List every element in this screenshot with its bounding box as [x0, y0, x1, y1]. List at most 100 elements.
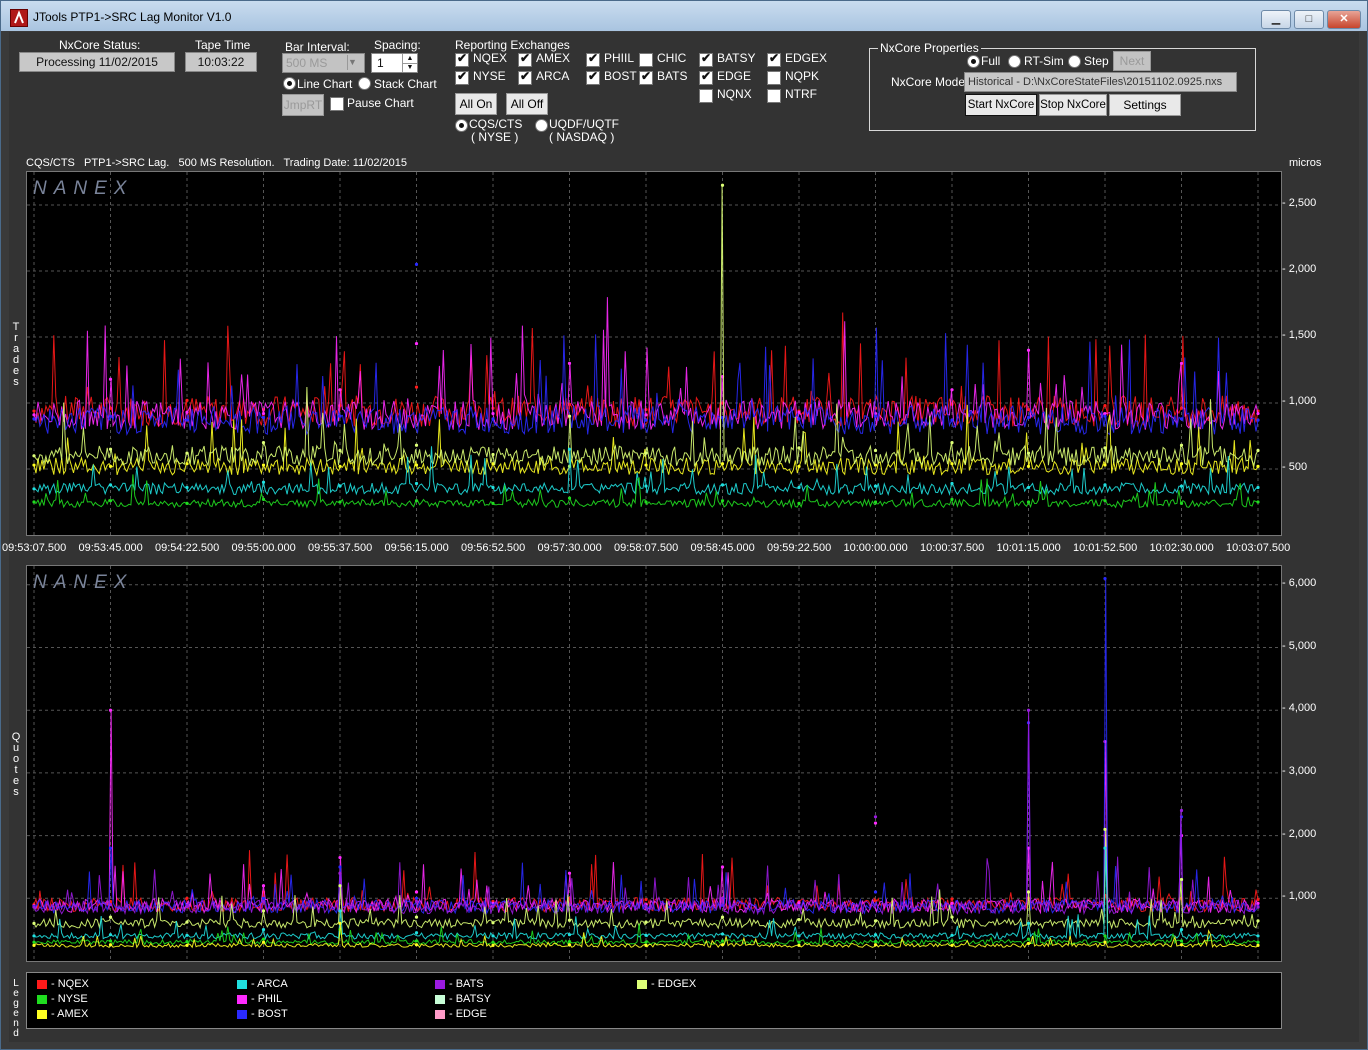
exchange-checkbox-chic[interactable] [639, 53, 653, 67]
data-point-nyse [185, 939, 189, 944]
data-point-arca [185, 485, 189, 490]
data-point-bost [338, 865, 342, 869]
data-point-nyse [950, 497, 954, 501]
data-point-phil [567, 361, 572, 365]
x-tick-label: 09:57:30.000 [537, 542, 602, 554]
data-point-bost [338, 414, 342, 418]
exchange-checkbox-phiil[interactable]: ✔ [586, 51, 600, 67]
data-point-bost [1256, 418, 1260, 422]
legend-label: - ARCA [251, 978, 288, 990]
reporting-exchanges-title: Reporting Exchanges [455, 38, 570, 52]
exchange-checkbox-nqpk[interactable] [767, 71, 781, 85]
x-tick-label: 09:55:00.000 [231, 542, 296, 554]
legend-swatch [37, 1009, 47, 1019]
data-point-bost [873, 890, 878, 894]
exchange-checkbox-ntrf[interactable] [767, 89, 781, 103]
nxcore-mode-label: NxCore Mode: [891, 75, 969, 89]
bar-interval-select[interactable]: 500 MS ▼ [282, 53, 365, 73]
data-point-edgex [644, 451, 648, 455]
data-point-amex [797, 943, 801, 947]
exchange-checkbox-bost[interactable]: ✔ [586, 69, 600, 85]
y-tick-label: - 1,500 [1282, 329, 1317, 341]
data-point-bost [491, 417, 495, 421]
legend-label: - PHIL [251, 993, 283, 1005]
start-nxcore-button[interactable]: Start NxCore [965, 94, 1037, 116]
legend-label: - AMEX [51, 1008, 89, 1020]
jmprt-button[interactable]: JmpRT [282, 94, 324, 116]
maximize-button[interactable]: □ [1294, 10, 1324, 29]
data-point-nyse [261, 937, 266, 941]
next-button[interactable]: Next [1113, 51, 1151, 71]
exchange-checkbox-arca[interactable]: ✔ [518, 69, 532, 85]
all-off-button[interactable]: All Off [506, 93, 548, 115]
data-point-arca [491, 485, 495, 490]
data-point-nqex [32, 409, 36, 413]
rt-sim-radio[interactable] [1008, 55, 1021, 68]
exchange-checkbox-bats[interactable]: ✔ [639, 69, 653, 85]
exchange-label-edge: EDGE [717, 69, 752, 83]
exchange-checkbox-edgex[interactable]: ✔ [767, 51, 781, 67]
exchange-checkbox-nqnx[interactable] [699, 89, 713, 103]
cqs-nyse-label: ( NYSE ) [471, 130, 519, 144]
data-point-edgex [1103, 827, 1107, 831]
x-tick-label: 09:55:37.500 [308, 542, 373, 554]
data-point-phil [1256, 411, 1260, 416]
data-point-phil [108, 377, 113, 381]
step-radio[interactable] [1068, 55, 1081, 68]
cqs-cts-radio[interactable] [455, 119, 468, 132]
quotes-plot-svg [27, 566, 1281, 961]
data-point-arca [32, 934, 36, 938]
exchange-checkbox-amex[interactable]: ✔ [518, 51, 532, 67]
data-point-phil [797, 410, 801, 414]
stepper-down-icon[interactable]: ▼ [402, 63, 417, 72]
uqdf-uqtf-radio[interactable] [535, 119, 548, 132]
trades-chart[interactable]: NANEX [26, 171, 1282, 536]
data-point-amex [185, 943, 189, 947]
data-point-nyse [338, 500, 342, 504]
legend-item-arca: - ARCA [237, 978, 288, 990]
exchange-checkbox-nyse[interactable]: ✔ [455, 69, 469, 85]
data-point-arca [1256, 934, 1260, 938]
exchange-label-chic: CHIC [657, 51, 687, 65]
quotes-chart[interactable]: NANEX [26, 565, 1282, 962]
exchange-checkbox-nqex[interactable]: ✔ [455, 51, 469, 67]
data-point-nqex [185, 896, 189, 900]
all-on-button[interactable]: All On [455, 93, 497, 115]
stack-chart-radio[interactable] [358, 77, 371, 90]
close-button[interactable]: ✕ [1327, 10, 1361, 29]
data-point-amex [950, 943, 954, 947]
data-point-nyse [567, 496, 572, 500]
legend-swatch [435, 994, 445, 1004]
line-chart-radio[interactable] [283, 77, 296, 90]
data-point-amex [1179, 943, 1184, 947]
data-point-bats [32, 905, 36, 909]
chevron-down-icon[interactable]: ▼ [347, 55, 362, 70]
full-radio[interactable] [967, 55, 980, 68]
data-point-nqex [185, 398, 189, 402]
y-tick-label: - 4,000 [1282, 702, 1317, 715]
exchange-checkbox-edge[interactable]: ✔ [699, 69, 713, 85]
nxcore-mode-field[interactable]: Historical - D:\NxCoreStateFiles\2015110… [964, 72, 1237, 92]
data-point-nyse [108, 939, 113, 943]
data-point-amex [797, 464, 801, 468]
stop-nxcore-button[interactable]: Stop NxCore [1039, 94, 1107, 116]
settings-button[interactable]: Settings [1109, 94, 1181, 116]
minimize-button[interactable]: ▁ [1261, 10, 1291, 29]
exchange-checkbox-batsy[interactable]: ✔ [699, 51, 713, 67]
data-point-nyse [1026, 937, 1031, 941]
x-tick-label: 09:54:22.500 [155, 542, 220, 554]
pause-chart-checkbox[interactable] [330, 97, 344, 111]
data-point-arca [32, 487, 36, 491]
exchange-label-bost: BOST [604, 69, 637, 83]
data-point-bost [1179, 417, 1184, 421]
data-point-edgex [950, 441, 954, 445]
data-point-arca [950, 481, 954, 486]
data-point-arca [950, 933, 954, 937]
x-tick-label: 09:58:45.000 [690, 542, 755, 554]
spacing-stepper[interactable]: 1 ▲ ▼ [371, 53, 418, 73]
exchange-label-nqpk: NQPK [785, 69, 820, 83]
data-point-arca [1103, 846, 1107, 850]
checkmark-icon: ✔ [520, 51, 531, 65]
data-point-edgex [185, 451, 189, 455]
data-point-edgex [32, 454, 36, 458]
